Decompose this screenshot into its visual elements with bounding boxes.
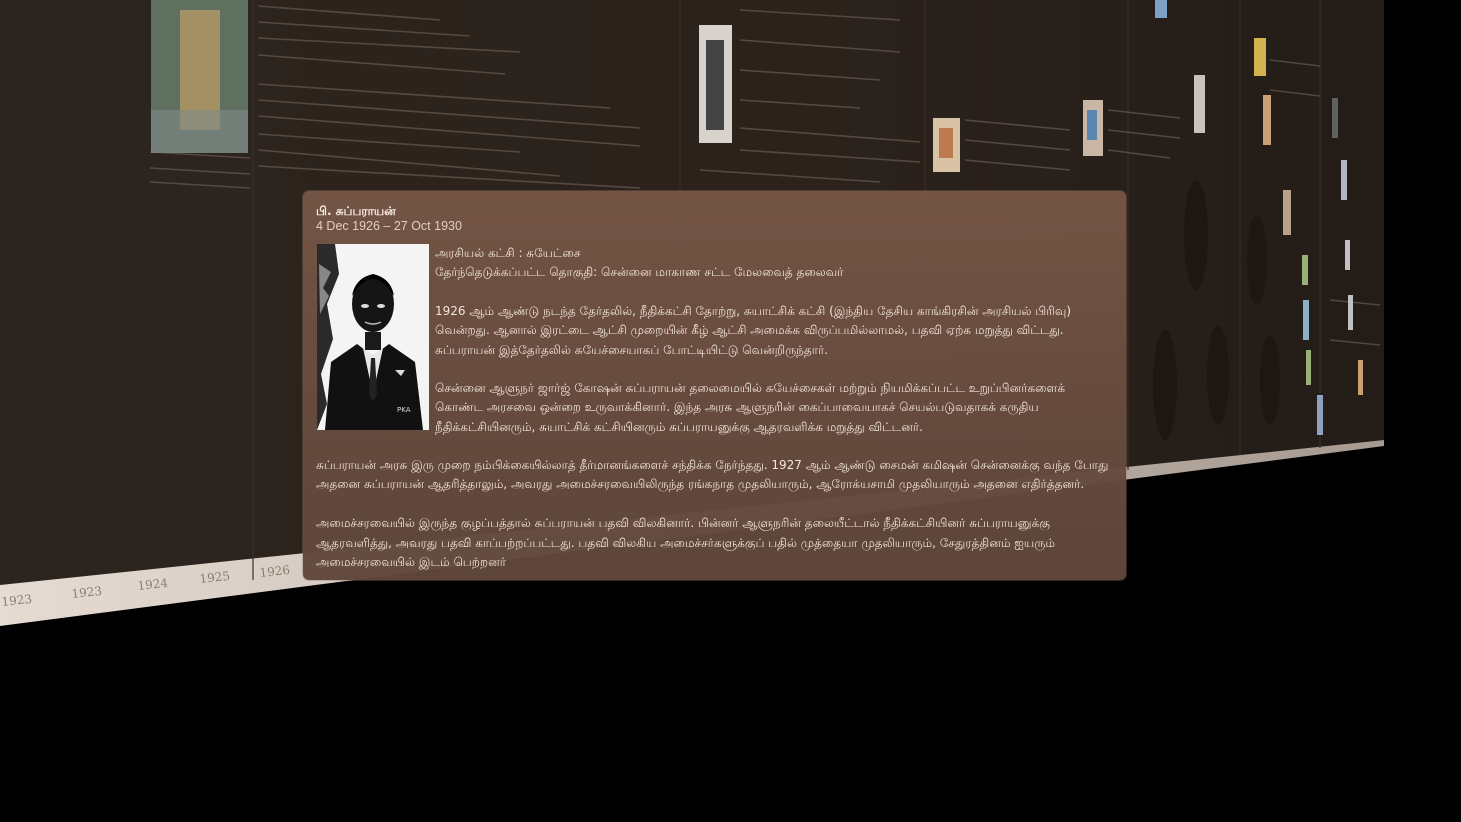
event-detail-popup[interactable]: பி. சுப்பராயன் 4 Dec 1926 – 27 Oct 1930 … [303,191,1126,580]
portrait-photo-graphic: PKA [317,244,429,430]
constituency-line: தேர்ந்தெடுக்கப்பட்ட தொகுதி: சென்னை மாகாண… [435,265,844,280]
event-summary: அரசியல் கட்சி : சுயேட்சை தேர்ந்தெடுக்கப்… [435,244,1115,437]
party-line: அரசியல் கட்சி : சுயேட்சை [435,246,581,260]
popup-dates: 4 Dec 1926 – 27 Oct 1930 [316,219,462,233]
description-paragraph: 1926 ஆம் ஆண்டு நடந்த தேர்தலில், நீதிக்கட… [435,303,1072,357]
description-paragraph: அமைச்சரவையில் இருந்த குழப்பத்தால் சுப்பர… [316,516,1055,570]
event-description: சுப்பராயன் அரசு இரு முறை நம்பிக்கையில்லா… [316,456,1116,592]
portrait-caption: PKA [397,406,411,414]
popup-title: பி. சுப்பராயன் [316,204,396,218]
description-paragraph: சென்னை ஆளுநர் ஜார்ஜ் கோஷன் சுப்பராயன் தல… [435,381,1066,434]
description-paragraph: சுப்பராயன் அரசு இரு முறை நம்பிக்கையில்லா… [316,458,1109,492]
portrait-photo: PKA [317,244,429,430]
